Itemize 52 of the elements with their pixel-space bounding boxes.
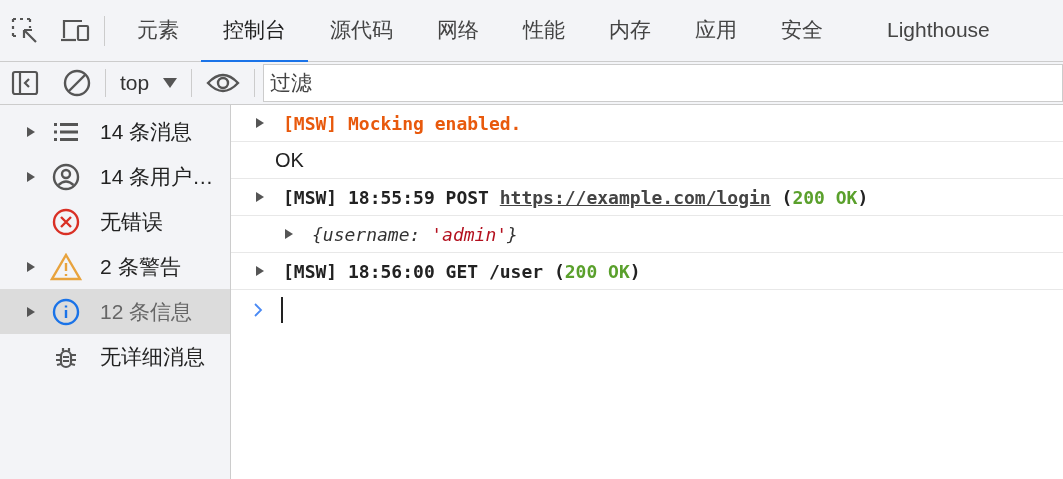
expand-triangle-icon[interactable] (26, 170, 36, 183)
user-circle-icon (52, 162, 80, 191)
url-link[interactable]: https://example.com/login (499, 186, 771, 208)
log-text: [MSW] 18:56:00 GET /user ( (283, 260, 565, 282)
sidebar-item-label: 2 条警告 (100, 253, 181, 280)
panel-tab[interactable]: 源代码 (308, 0, 415, 62)
sidebar-toggle-icon[interactable] (11, 69, 39, 97)
expand-triangle-icon[interactable] (26, 125, 36, 138)
panel-tab[interactable]: 应用 (673, 0, 759, 62)
sidebar-item-label: 无错误 (100, 208, 163, 235)
status-text: 200 OK (564, 260, 630, 282)
eye-icon[interactable] (206, 71, 241, 95)
object-text: {username: (312, 223, 422, 245)
panel-tab[interactable]: 内存 (587, 0, 673, 62)
expand-triangle-icon[interactable] (255, 265, 265, 277)
object-text: } (507, 223, 518, 245)
sidebar-item[interactable]: 14 条用户… (0, 154, 230, 199)
string-value: 'admin' (431, 223, 508, 245)
panel-tab[interactable]: 性能 (501, 0, 587, 62)
context-dropdown[interactable]: top (120, 67, 178, 99)
sidebar-item[interactable]: 12 条信息 (0, 289, 230, 334)
expand-triangle-icon[interactable] (26, 260, 36, 273)
log-text: OK (275, 149, 304, 171)
panel-tab[interactable]: 网络 (415, 0, 501, 62)
sidebar-item[interactable]: 2 条警告 (0, 244, 230, 289)
expand-triangle-icon[interactable] (26, 305, 36, 318)
clear-console-icon[interactable] (63, 69, 91, 97)
sidebar-item[interactable]: 无错误 (0, 199, 230, 244)
sidebar-item-label: 14 条用户… (100, 163, 214, 190)
log-text: ) (629, 260, 641, 282)
info-icon (52, 297, 80, 326)
filter-field[interactable]: 过滤 (263, 64, 1063, 102)
sidebar-item[interactable]: 14 条消息 (0, 109, 230, 154)
dropdown-caret-icon (163, 78, 178, 88)
panel-tab[interactable]: 元素 (115, 0, 201, 62)
error-icon (52, 207, 80, 236)
log-text: ) (857, 186, 869, 208)
warning-icon (50, 252, 82, 281)
sidebar-item[interactable]: 无详细消息 (0, 334, 230, 379)
sidebar-item-label: 14 条消息 (100, 118, 193, 145)
panel-tab[interactable]: Lighthouse (865, 0, 1012, 62)
log-text: [MSW] 18:55:59 POST (283, 186, 490, 208)
prompt-chevron-icon (253, 303, 263, 317)
expand-triangle-icon[interactable] (255, 191, 265, 203)
status-text: 200 OK (792, 186, 858, 208)
log-text: ( (780, 186, 793, 208)
expand-triangle-icon[interactable] (284, 228, 294, 240)
sidebar-item-label: 无详细消息 (100, 343, 205, 370)
sidebar-item-label: 12 条信息 (100, 298, 193, 325)
log-message: [MSW] Mocking enabled. (283, 112, 522, 134)
panel-tab[interactable]: 安全 (759, 0, 845, 62)
expand-triangle-icon[interactable] (255, 117, 265, 129)
